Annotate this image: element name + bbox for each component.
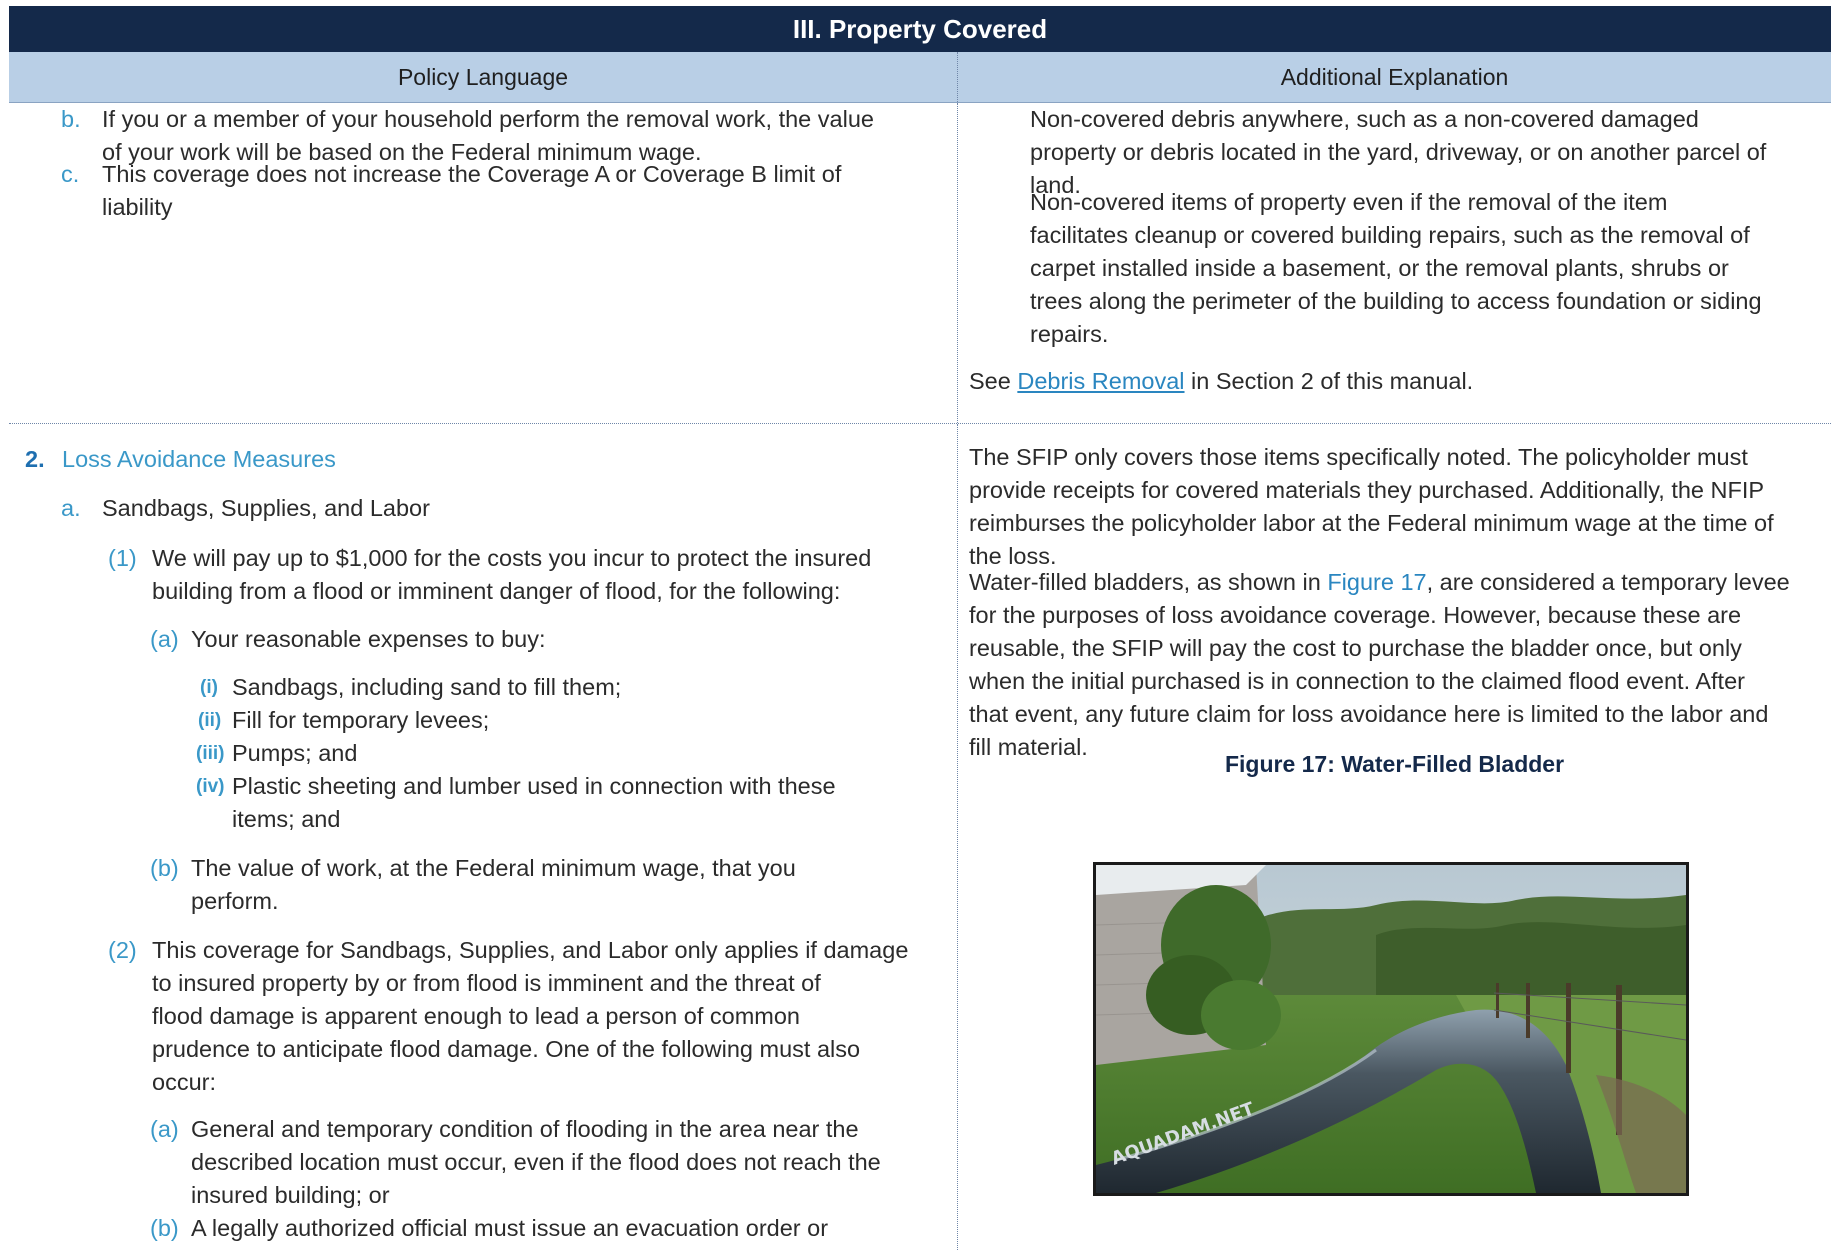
debris-removal-link[interactable]: Debris Removal <box>1017 368 1184 394</box>
water-filled-bladder-photo: AQUADAM.NET <box>1093 862 1689 1196</box>
list-marker-ii: (ii) <box>198 710 222 731</box>
policy-language-cell: b. If you or a member of your household … <box>9 103 958 423</box>
clause-1-text: We will pay up to $1,000 for the costs y… <box>152 545 872 604</box>
list-item-c: This coverage does not increase the Cove… <box>102 161 842 220</box>
additional-explanation-cell: Non-covered debris anywhere, such as a n… <box>958 103 1831 423</box>
clause-iv-text: Plastic sheeting and lumber used in conn… <box>232 773 836 832</box>
table-row: b. If you or a member of your household … <box>9 103 1831 424</box>
column-header-row: Policy Language Additional Explanation <box>9 52 1831 103</box>
clause-2b-text: A legally authorized official must issue… <box>191 1215 829 1241</box>
list-marker-2: (2) <box>108 937 137 963</box>
column-header-additional-explanation: Additional Explanation <box>1280 63 1509 90</box>
list-marker-1a: (a) <box>150 626 179 652</box>
clause-iii-text: Pumps; and <box>232 740 358 766</box>
column-header-policy-language: Policy Language <box>9 52 958 102</box>
list-marker-i: (i) <box>200 677 218 698</box>
list-marker-b: b. <box>61 106 81 132</box>
sfip-covers-paragraph: The SFIP only covers those items specifi… <box>969 444 1774 569</box>
non-covered-items-paragraph: Non-covered items of property even if th… <box>1030 189 1762 347</box>
list-marker-2b: (b) <box>150 1215 179 1241</box>
policy-language-cell: 2. Loss Avoidance Measures a. Sandbags, … <box>9 424 958 1250</box>
subsection-sandbags-supplies-labor: Sandbags, Supplies, and Labor <box>102 495 430 521</box>
section-number: 2. <box>25 446 45 472</box>
clause-i-text: Sandbags, including sand to fill them; <box>232 674 622 700</box>
clause-2a-text: General and temporary condition of flood… <box>191 1116 881 1208</box>
clause-1b-text: The value of work, at the Federal minimu… <box>191 855 796 914</box>
clause-ii-text: Fill for temporary levees; <box>232 707 490 733</box>
water-filled-bladders-paragraph: Water-filled bladders, as shown in Figur… <box>969 569 1790 760</box>
clause-2-text: This coverage for Sandbags, Supplies, an… <box>152 937 909 1095</box>
list-marker-2a: (a) <box>150 1116 179 1142</box>
list-marker-1: (1) <box>108 545 137 571</box>
figure-caption: Figure 17: Water-Filled Bladder <box>1224 751 1565 777</box>
table-title: III. Property Covered <box>9 6 1831 52</box>
clause-1a-text: Your reasonable expenses to buy: <box>191 626 546 652</box>
list-marker-c: c. <box>61 161 80 187</box>
section-title-loss-avoidance: Loss Avoidance Measures <box>62 446 336 472</box>
list-marker-a: a. <box>61 495 81 521</box>
list-marker-1b: (b) <box>150 855 179 881</box>
list-marker-iv: (iv) <box>196 776 225 797</box>
list-marker-iii: (iii) <box>196 743 225 764</box>
figure-17-link[interactable]: Figure 17 <box>1327 569 1426 595</box>
see-debris-removal-note: See Debris Removal in Section 2 of this … <box>969 368 1474 394</box>
